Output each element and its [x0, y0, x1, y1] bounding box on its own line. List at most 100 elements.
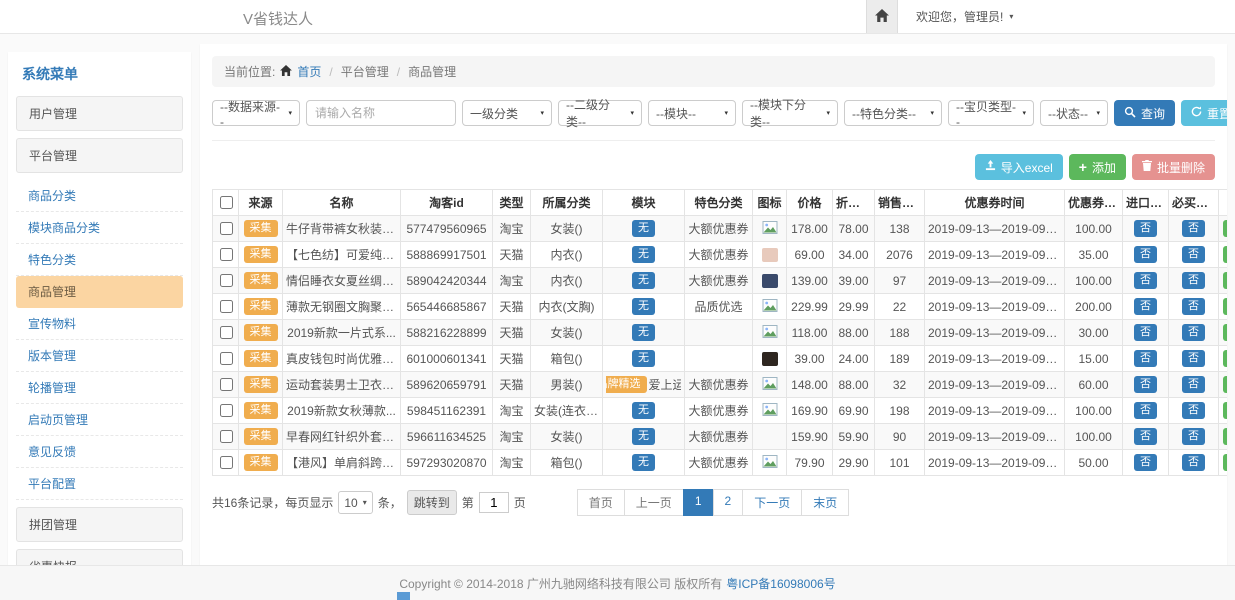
filter-level2-category-select[interactable]: --二级分类--▾: [558, 100, 642, 126]
row-checkbox[interactable]: [220, 352, 233, 365]
row-checkbox[interactable]: [220, 430, 233, 443]
import-select-badge[interactable]: 否: [1134, 272, 1157, 290]
status-badge[interactable]: 上架: [1223, 246, 1228, 264]
cell-icon: [753, 398, 787, 424]
filter-module-select[interactable]: --模块--▾: [648, 100, 736, 126]
filter-feature-category-select[interactable]: --特色分类--▾: [844, 100, 942, 126]
cell-product-name: 情侣睡衣女夏丝绸男士...: [283, 268, 401, 294]
sidebar-item[interactable]: 模块商品分类: [16, 212, 183, 244]
page-number-input[interactable]: [479, 492, 509, 513]
sidebar-group-bottom-2[interactable]: 省惠快报: [16, 549, 183, 565]
status-badge[interactable]: 上架: [1223, 272, 1228, 290]
sidebar-item[interactable]: 商品管理: [16, 276, 183, 308]
row-checkbox[interactable]: [220, 222, 233, 235]
status-badge[interactable]: 上架: [1223, 220, 1228, 238]
must-buy-badge[interactable]: 否: [1182, 402, 1205, 420]
module-content: 品牌精选爱上运动: [606, 376, 681, 394]
per-page-select[interactable]: 10 ▾: [338, 491, 372, 514]
must-buy-badge[interactable]: 否: [1182, 376, 1205, 394]
bulk-delete-button[interactable]: 批量删除: [1132, 154, 1215, 180]
row-checkbox[interactable]: [220, 378, 233, 391]
import-select-badge[interactable]: 否: [1134, 376, 1157, 394]
must-buy-badge[interactable]: 否: [1182, 246, 1205, 264]
must-buy-badge[interactable]: 否: [1182, 220, 1205, 238]
pager-button[interactable]: 1: [683, 489, 714, 516]
row-checkbox[interactable]: [220, 404, 233, 417]
status-badge[interactable]: 上架: [1223, 376, 1228, 394]
must-buy-badge[interactable]: 否: [1182, 298, 1205, 316]
refresh-icon: [1191, 106, 1202, 120]
icp-link[interactable]: 粤ICP备16098006号: [726, 575, 835, 592]
must-buy-badge[interactable]: 否: [1182, 350, 1205, 368]
row-checkbox[interactable]: [220, 326, 233, 339]
sidebar-item[interactable]: 平台配置: [16, 468, 183, 500]
select-all-checkbox[interactable]: [220, 196, 233, 209]
import-select-badge[interactable]: 否: [1134, 454, 1157, 472]
pager-button[interactable]: 首页: [577, 489, 625, 516]
sidebar-group-2[interactable]: 平台管理: [16, 138, 183, 173]
cell-import-select: 否: [1123, 320, 1169, 346]
sidebar-item[interactable]: 启动页管理: [16, 404, 183, 436]
sidebar-group-bottom-1[interactable]: 拼团管理: [16, 507, 183, 542]
cell-checkbox: [213, 294, 239, 320]
filter-module-sub-category-select[interactable]: --模块下分类--▾: [742, 100, 838, 126]
cell-source: 采集: [239, 372, 283, 398]
add-button[interactable]: + 添加: [1069, 154, 1126, 180]
jump-button[interactable]: 跳转到: [407, 490, 457, 515]
sidebar-item[interactable]: 意见反馈: [16, 436, 183, 468]
pager-button[interactable]: 末页: [801, 489, 849, 516]
import-select-badge[interactable]: 否: [1134, 402, 1157, 420]
query-button[interactable]: 查询: [1114, 100, 1175, 126]
status-badge[interactable]: 上架: [1223, 350, 1228, 368]
must-buy-badge[interactable]: 否: [1182, 454, 1205, 472]
cell-sales: 198: [875, 398, 925, 424]
user-menu[interactable]: 欢迎您，管理员! ▾: [898, 0, 1031, 33]
reset-button[interactable]: 重置: [1181, 100, 1227, 126]
sidebar-item[interactable]: 轮播管理: [16, 372, 183, 404]
filter-item-type-select[interactable]: --宝贝类型--▾: [948, 100, 1034, 126]
import-select-badge[interactable]: 否: [1134, 350, 1157, 368]
status-badge[interactable]: 上架: [1223, 298, 1228, 316]
sidebar: 系统菜单 用户管理平台管理商品分类模块商品分类特色分类商品管理宣传物料版本管理轮…: [8, 52, 191, 565]
cell-type: 天猫: [493, 320, 531, 346]
cell-type: 淘宝: [493, 216, 531, 242]
pager-button[interactable]: 2: [713, 489, 744, 516]
cell-discount-price: 69.90: [833, 398, 875, 424]
import-excel-button[interactable]: 导入excel: [975, 154, 1063, 180]
sidebar-item[interactable]: 版本管理: [16, 340, 183, 372]
must-buy-badge[interactable]: 否: [1182, 272, 1205, 290]
sidebar-item[interactable]: 商品分类: [16, 180, 183, 212]
breadcrumb-home-link[interactable]: 首页: [297, 63, 321, 80]
status-badge[interactable]: 上架: [1223, 428, 1228, 446]
row-checkbox[interactable]: [220, 456, 233, 469]
import-select-badge[interactable]: 否: [1134, 246, 1157, 264]
pager-button[interactable]: 上一页: [624, 489, 684, 516]
import-select-badge[interactable]: 否: [1134, 428, 1157, 446]
row-checkbox[interactable]: [220, 300, 233, 313]
cell-feature-category: 大额优惠券: [685, 242, 753, 268]
status-badge[interactable]: 上架: [1223, 324, 1228, 342]
status-badge[interactable]: 上架: [1223, 454, 1228, 472]
import-select-badge[interactable]: 否: [1134, 298, 1157, 316]
name-search-input[interactable]: [306, 100, 456, 126]
sidebar-item[interactable]: 宣传物料: [16, 308, 183, 340]
module-none-badge: 无: [632, 428, 655, 446]
filter-status-select[interactable]: --状态--▾: [1040, 100, 1108, 126]
cell-type: 天猫: [493, 372, 531, 398]
home-button[interactable]: [866, 0, 898, 33]
trash-icon: [1142, 160, 1152, 174]
filter-data-source-select[interactable]: --数据来源--▾: [212, 100, 300, 126]
status-badge[interactable]: 上架: [1223, 402, 1228, 420]
must-buy-badge[interactable]: 否: [1182, 324, 1205, 342]
sidebar-group-1[interactable]: 用户管理: [16, 96, 183, 131]
row-checkbox[interactable]: [220, 248, 233, 261]
must-buy-badge[interactable]: 否: [1182, 428, 1205, 446]
sidebar-item[interactable]: 特色分类: [16, 244, 183, 276]
import-select-badge[interactable]: 否: [1134, 220, 1157, 238]
import-select-badge[interactable]: 否: [1134, 324, 1157, 342]
cell-category: 女装(连衣裙): [531, 398, 603, 424]
filter-level1-category-select[interactable]: 一级分类▾: [462, 100, 552, 126]
row-checkbox[interactable]: [220, 274, 233, 287]
summary-suffix: 条，: [378, 494, 402, 511]
pager-button[interactable]: 下一页: [742, 489, 802, 516]
